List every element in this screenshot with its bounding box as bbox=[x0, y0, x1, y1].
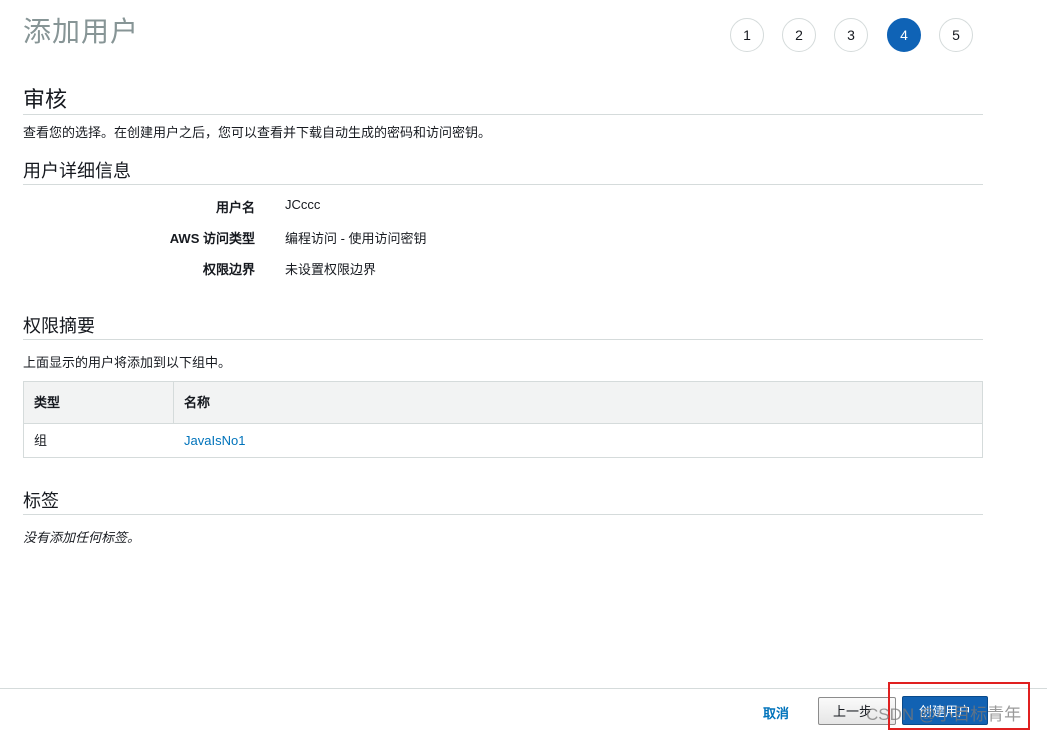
column-header-name[interactable]: 名称 bbox=[174, 382, 982, 423]
cancel-button[interactable]: 取消 bbox=[763, 703, 789, 722]
access-type-value: 编程访问 - 使用访问密钥 bbox=[285, 231, 427, 246]
wizard-step-1[interactable]: 1 bbox=[730, 18, 764, 52]
permissions-description: 上面显示的用户将添加到以下组中。 bbox=[23, 355, 232, 370]
username-value: JCccc bbox=[285, 197, 321, 212]
wizard-step-4-current: 4 bbox=[887, 18, 921, 52]
wizard-step-5: 5 bbox=[939, 18, 973, 52]
review-heading: 审核 bbox=[23, 87, 68, 112]
access-type-label: AWS 访问类型 bbox=[169, 231, 255, 246]
group-link[interactable]: JavaIsNo1 bbox=[174, 424, 245, 457]
watermark: CSDN @小目标青年 bbox=[866, 705, 1022, 724]
column-header-type[interactable]: 类型 bbox=[24, 382, 174, 423]
table-header: 类型 名称 bbox=[24, 382, 982, 424]
permission-boundary-value: 未设置权限边界 bbox=[285, 262, 377, 277]
tags-heading: 标签 bbox=[23, 491, 59, 511]
page-title: 添加用户 bbox=[23, 16, 140, 47]
permissions-divider bbox=[23, 339, 983, 340]
user-details-divider bbox=[23, 184, 983, 185]
wizard-step-2[interactable]: 2 bbox=[782, 18, 816, 52]
row-type-cell: 组 bbox=[34, 433, 48, 448]
permission-boundary-label: 权限边界 bbox=[202, 262, 255, 277]
permissions-summary-heading: 权限摘要 bbox=[23, 316, 95, 336]
tags-empty-text: 没有添加任何标签。 bbox=[23, 530, 141, 545]
user-details-heading: 用户详细信息 bbox=[23, 161, 131, 181]
table-row: 组 JavaIsNo1 bbox=[24, 424, 982, 457]
review-description: 查看您的选择。在创建用户之后，您可以查看并下载自动生成的密码和访问密钥。 bbox=[23, 125, 492, 140]
groups-table: 类型 名称 组 JavaIsNo1 bbox=[23, 381, 983, 458]
username-label: 用户名 bbox=[215, 200, 255, 215]
review-divider bbox=[23, 114, 983, 115]
tags-divider bbox=[23, 514, 983, 515]
wizard-step-3[interactable]: 3 bbox=[834, 18, 868, 52]
